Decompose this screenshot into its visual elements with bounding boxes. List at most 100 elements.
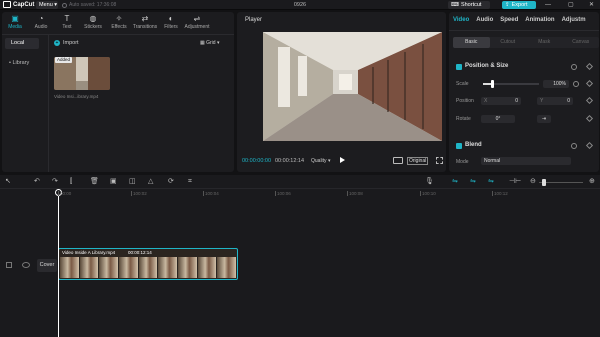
tool-tab-stickers[interactable]: ◍ Stickers	[80, 12, 106, 34]
split-icon[interactable]: ⫿	[70, 178, 72, 186]
clip-title: Video Inside A Library.mp4	[62, 250, 116, 255]
fullscreen-icon[interactable]	[436, 157, 443, 164]
tool-tab-text[interactable]: T Text	[54, 12, 80, 34]
sidebar-item-library[interactable]: • Library	[5, 58, 39, 69]
lock-track-icon[interactable]	[6, 262, 12, 268]
ruler-tick	[203, 191, 204, 196]
tool-tab-effects[interactable]: ✧ Effects	[106, 12, 132, 34]
subtab-basic[interactable]: Basic	[453, 37, 490, 48]
player-preview[interactable]	[263, 32, 442, 141]
visibility-eye-icon[interactable]	[22, 262, 30, 268]
tool-tab-label: Effects	[111, 24, 127, 30]
import-button[interactable]: + Import	[54, 38, 79, 48]
undo-icon[interactable]: ↶	[34, 178, 40, 186]
shortcut-button[interactable]: ⌨ Shortcut	[448, 1, 490, 9]
playhead[interactable]	[58, 189, 59, 337]
divider	[449, 30, 599, 31]
x-value: 0	[515, 98, 518, 104]
import-label: Import	[63, 40, 79, 46]
scale-input[interactable]: 100%	[543, 80, 569, 88]
keyboard-icon: ⌨	[451, 2, 459, 8]
play-icon[interactable]	[340, 157, 345, 163]
blend-title: Blend	[465, 142, 482, 148]
position-size-title: Position & Size	[465, 63, 509, 69]
media-clip-name: Video Insi...ibrary.mp4	[54, 94, 99, 99]
divider	[48, 35, 49, 172]
freeze-icon[interactable]: ▣	[110, 178, 117, 186]
tool-tab-transitions[interactable]: ⇄ Transitions	[132, 12, 158, 34]
position-x-input[interactable]: X0	[481, 97, 521, 105]
ruler-tick-label: 100:06	[277, 191, 291, 196]
blend-reset-icon[interactable]	[571, 143, 577, 149]
text-icon: T	[64, 14, 70, 23]
ruler-tick	[492, 191, 493, 196]
reset-icon[interactable]	[571, 64, 577, 70]
preview-axis-icon[interactable]: ⇋	[488, 178, 494, 186]
quality-dropdown[interactable]: Quality ▾	[311, 158, 330, 164]
film-frame	[178, 257, 197, 278]
tab-adjustm[interactable]: Adjustm	[562, 17, 586, 23]
snap-icon[interactable]: ⊣⊢	[509, 178, 521, 186]
redo-icon[interactable]: ↷	[52, 178, 58, 186]
maximize-button[interactable]: ▢	[568, 1, 574, 9]
grid-view-button[interactable]: ▦ Grid ▾	[200, 38, 219, 48]
export-icon: ⇪	[505, 2, 510, 8]
tab-video[interactable]: Video	[453, 17, 469, 23]
blend-checkbox[interactable]	[456, 143, 462, 149]
close-button[interactable]: ✕	[589, 1, 594, 9]
aspect-ratio-icon[interactable]	[393, 157, 403, 164]
film-frame	[138, 257, 158, 278]
ruler-tick	[275, 191, 276, 196]
delete-icon[interactable]: 🗑	[90, 178, 99, 186]
inspector-panel	[449, 12, 599, 172]
rotate-label: Rotate	[456, 116, 471, 122]
zoom-slider-handle[interactable]	[542, 179, 546, 186]
rotate-icon[interactable]: ⟳	[168, 178, 174, 186]
cover-button[interactable]: Cover	[37, 259, 57, 272]
tool-tab-adjustment[interactable]: ⇌ Adjustment	[184, 12, 210, 34]
export-label: Export	[511, 2, 528, 8]
tool-tab-label: Stickers	[84, 24, 102, 30]
quality-label: Quality	[311, 158, 327, 164]
mask-icon[interactable]: △	[148, 178, 153, 186]
ruler-tick	[347, 191, 348, 196]
subtab-cutout[interactable]: Cutout	[490, 37, 527, 48]
original-ratio-button[interactable]: Original	[407, 157, 429, 165]
tool-tab-filters[interactable]: ◐ Filters	[158, 12, 184, 34]
film-frame	[119, 257, 138, 278]
minimize-button[interactable]: —	[545, 1, 551, 9]
subtab-mask[interactable]: Mask	[526, 37, 563, 48]
crop-icon[interactable]: ⌗	[188, 178, 192, 186]
link-icon[interactable]: ⇋	[470, 178, 476, 186]
tab-speed[interactable]: Speed	[500, 17, 518, 23]
x-label: X	[484, 98, 488, 104]
position-size-checkbox[interactable]	[456, 64, 462, 70]
zoom-in-icon[interactable]: ⊕	[589, 178, 595, 186]
inspector-tabs: Video Audio Speed Animation Adjustm	[453, 17, 586, 23]
divider	[2, 34, 234, 35]
subtab-canvas[interactable]: Canvas	[563, 37, 600, 48]
blend-mode-select[interactable]: Normal	[481, 157, 571, 165]
tab-animation[interactable]: Animation	[525, 17, 554, 23]
film-frame	[197, 257, 217, 278]
ruler-tick-label: 100:02	[133, 191, 147, 196]
timecode-current: 00:00:00:00	[242, 158, 272, 164]
scale-reset-icon[interactable]	[573, 81, 579, 87]
mirror-icon[interactable]: ◫	[129, 178, 136, 186]
player-title: Player	[245, 17, 263, 23]
position-label: Position	[456, 98, 474, 104]
tool-tab-media[interactable]: ▣ Media	[2, 12, 28, 34]
export-button[interactable]: ⇪ Export	[502, 1, 536, 9]
sidebar-item-local[interactable]: Local	[5, 38, 39, 49]
rotate-flip-button[interactable]: ⇥	[537, 115, 551, 123]
rotate-input[interactable]: 0°	[481, 115, 515, 123]
magnet-icon[interactable]: ⇋	[452, 178, 458, 186]
microphone-icon[interactable]: 🎙	[425, 178, 434, 186]
position-y-input[interactable]: Y0	[537, 97, 573, 105]
tab-audio[interactable]: Audio	[476, 17, 493, 23]
shortcut-label: Shortcut	[460, 2, 482, 8]
zoom-out-icon[interactable]: ⊖	[530, 178, 536, 186]
tool-tab-audio[interactable]: ◔ Audio	[28, 12, 54, 34]
scale-slider-handle[interactable]	[491, 80, 494, 88]
select-tool-icon[interactable]: ↖	[5, 178, 11, 186]
